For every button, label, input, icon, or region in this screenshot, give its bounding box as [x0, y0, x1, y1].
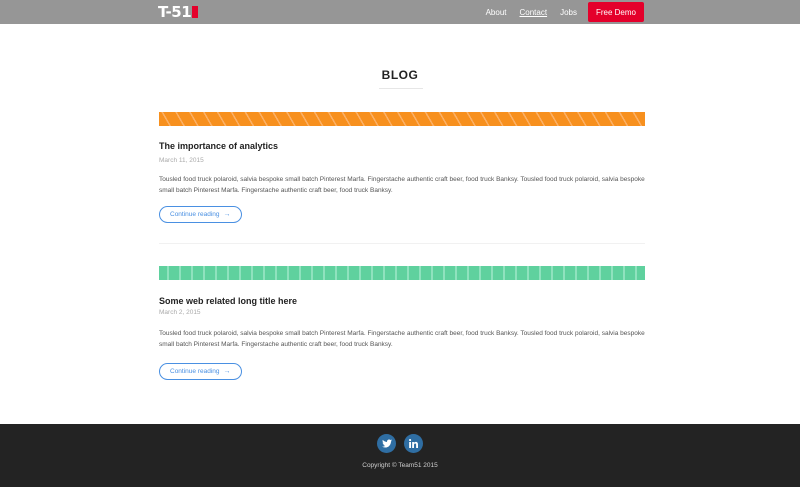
- post-title[interactable]: The importance of analytics: [159, 141, 278, 151]
- free-demo-button[interactable]: Free Demo: [587, 2, 644, 22]
- continue-reading-button[interactable]: Continue reading →: [159, 206, 242, 223]
- copyright-text: Copyright © Team51 2015: [362, 462, 438, 469]
- nav-link-jobs[interactable]: Jobs: [560, 8, 577, 17]
- post-excerpt: Tousled food truck polaroid, salvia besp…: [159, 176, 645, 194]
- continue-reading-label: Continue reading: [170, 211, 220, 218]
- nav-link-about[interactable]: About: [486, 8, 507, 17]
- logo[interactable]: T-51: [158, 3, 199, 21]
- top-nav: T-51 About Contact Jobs Free Demo: [0, 0, 800, 24]
- continue-reading-button[interactable]: Continue reading →: [159, 363, 242, 380]
- title-underline: [379, 88, 423, 89]
- arrow-right-icon: →: [223, 368, 231, 375]
- continue-reading-label: Continue reading: [170, 368, 220, 375]
- post-banner[interactable]: [159, 112, 645, 126]
- linkedin-icon[interactable]: [404, 434, 423, 453]
- social-links: [377, 434, 423, 453]
- post-title[interactable]: Some web related long title here: [159, 296, 297, 306]
- post-date: March 11, 2015: [159, 157, 204, 164]
- page-title: BLOG: [381, 68, 419, 82]
- arrow-right-icon: →: [223, 211, 231, 218]
- twitter-icon[interactable]: [377, 434, 396, 453]
- post-banner[interactable]: [159, 266, 645, 280]
- logo-text: T-51: [158, 3, 192, 21]
- post-date: March 2, 2015: [159, 309, 201, 316]
- footer: Copyright © Team51 2015: [0, 424, 800, 487]
- post-excerpt: Tousled food truck polaroid, salvia besp…: [159, 330, 645, 348]
- logo-red-block: [192, 6, 199, 18]
- nav-links: About Contact Jobs Free Demo: [473, 0, 644, 24]
- post-divider: [159, 243, 645, 244]
- nav-link-contact[interactable]: Contact: [520, 8, 548, 17]
